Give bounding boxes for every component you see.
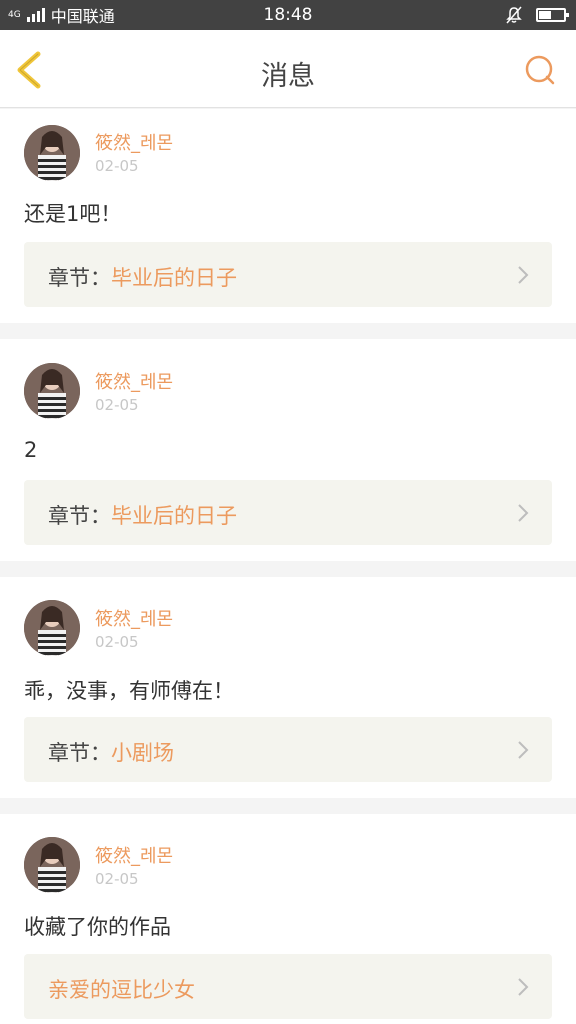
chapter-prefix: 章节： bbox=[48, 504, 111, 528]
chapter-prefix: 章节： bbox=[48, 741, 111, 765]
chapter-prefix: 章节： bbox=[48, 266, 111, 290]
message-content: 还是1吧！ bbox=[24, 202, 122, 226]
message-date: 02-05 bbox=[95, 157, 139, 175]
chapter-link[interactable]: 章节：小剧场 bbox=[24, 717, 552, 782]
avatar[interactable] bbox=[24, 600, 80, 656]
message-card: 筱然_레몬 02-05 乖，没事，有师傅在！ 章节：小剧场 bbox=[0, 577, 576, 798]
username[interactable]: 筱然_레몬 bbox=[95, 842, 173, 868]
chapter-link[interactable]: 亲爱的逗比少女 bbox=[24, 954, 552, 1019]
nav-bar: 消息 bbox=[0, 30, 576, 108]
message-card: 筱然_레몬 02-05 还是1吧！ 章节：毕业后的日子 bbox=[0, 109, 576, 323]
chevron-right-icon bbox=[518, 978, 529, 996]
message-date: 02-05 bbox=[95, 633, 139, 651]
message-date: 02-05 bbox=[95, 396, 139, 414]
avatar[interactable] bbox=[24, 125, 80, 181]
avatar[interactable] bbox=[24, 837, 80, 893]
chapter-text: 章节：毕业后的日子 bbox=[48, 500, 237, 530]
battery-icon bbox=[536, 8, 569, 22]
search-icon[interactable] bbox=[522, 52, 558, 88]
message-content: 收藏了你的作品 bbox=[24, 915, 171, 939]
chapter-title: 小剧场 bbox=[111, 741, 174, 765]
chapter-text: 亲爱的逗比少女 bbox=[48, 974, 195, 1004]
chevron-right-icon bbox=[518, 504, 529, 522]
message-card: 筱然_레몬 02-05 收藏了你的作品 亲爱的逗比少女 bbox=[0, 814, 576, 1024]
status-bar: 4G 中国联通 18:48 bbox=[0, 0, 576, 30]
avatar[interactable] bbox=[24, 363, 80, 419]
chapter-link[interactable]: 章节：毕业后的日子 bbox=[24, 480, 552, 545]
chevron-right-icon bbox=[518, 741, 529, 759]
chapter-text: 章节：毕业后的日子 bbox=[48, 262, 237, 292]
chevron-right-icon bbox=[518, 266, 529, 284]
chapter-title: 亲爱的逗比少女 bbox=[48, 978, 195, 1002]
username[interactable]: 筱然_레몬 bbox=[95, 605, 173, 631]
username[interactable]: 筱然_레몬 bbox=[95, 129, 173, 155]
chapter-text: 章节：小剧场 bbox=[48, 737, 174, 767]
chapter-title: 毕业后的日子 bbox=[111, 504, 237, 528]
message-date: 02-05 bbox=[95, 870, 139, 888]
username[interactable]: 筱然_레몬 bbox=[95, 368, 173, 394]
message-card: 筱然_레몬 02-05 2 章节：毕业后的日子 bbox=[0, 339, 576, 561]
chapter-title: 毕业后的日子 bbox=[111, 266, 237, 290]
page-title: 消息 bbox=[261, 61, 315, 92]
mute-icon bbox=[506, 6, 522, 24]
status-time: 18:48 bbox=[263, 5, 313, 25]
status-right bbox=[506, 6, 569, 24]
message-content: 2 bbox=[24, 438, 38, 462]
message-content: 乖，没事，有师傅在！ bbox=[24, 679, 234, 703]
chapter-link[interactable]: 章节：毕业后的日子 bbox=[24, 242, 552, 307]
